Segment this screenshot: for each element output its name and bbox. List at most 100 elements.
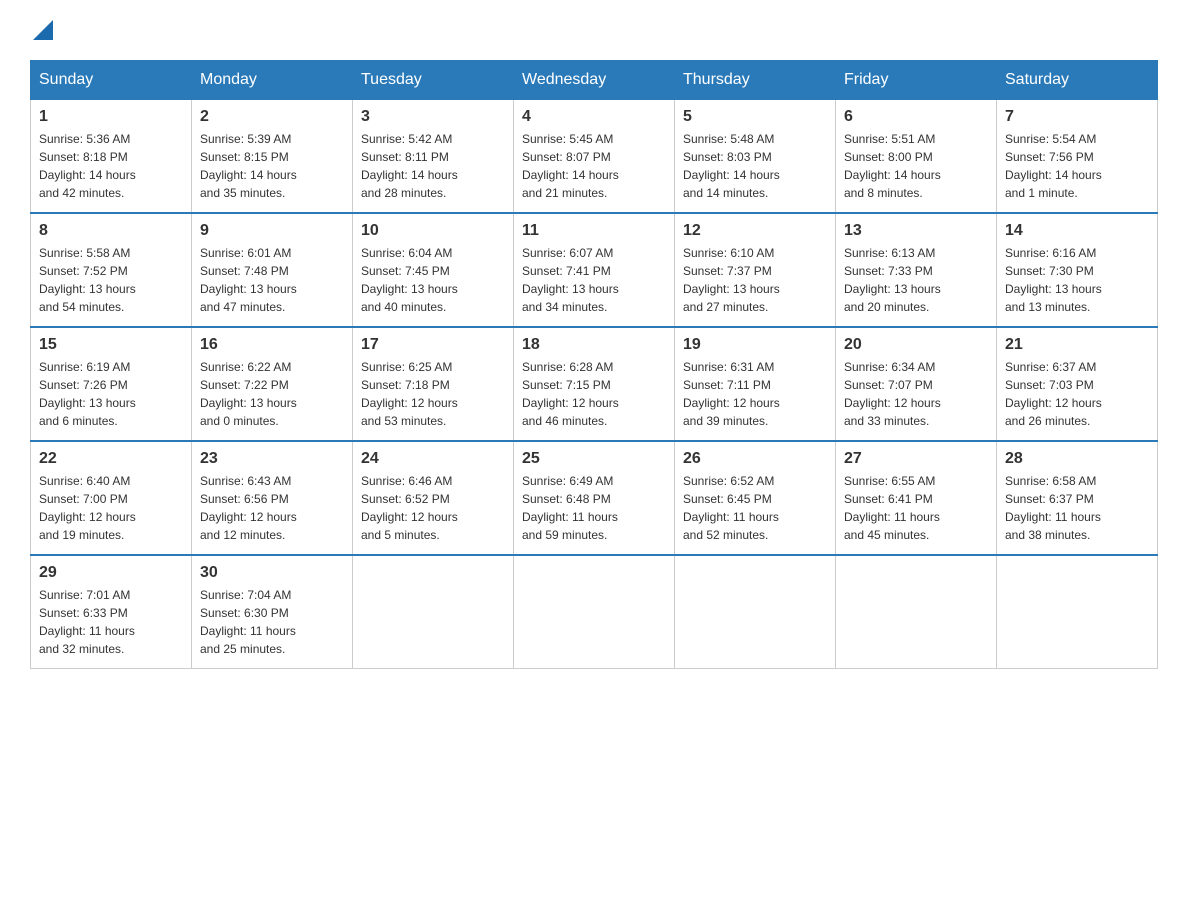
column-header-tuesday: Tuesday <box>353 61 514 100</box>
day-info: Sunrise: 6:34 AMSunset: 7:07 PMDaylight:… <box>844 360 941 428</box>
day-number: 10 <box>361 222 505 240</box>
calendar-table: SundayMondayTuesdayWednesdayThursdayFrid… <box>30 60 1158 669</box>
column-header-monday: Monday <box>192 61 353 100</box>
day-info: Sunrise: 6:22 AMSunset: 7:22 PMDaylight:… <box>200 360 297 428</box>
week-row-4: 22 Sunrise: 6:40 AMSunset: 7:00 PMDaylig… <box>31 441 1158 555</box>
day-cell: 2 Sunrise: 5:39 AMSunset: 8:15 PMDayligh… <box>192 100 353 214</box>
day-info: Sunrise: 6:10 AMSunset: 7:37 PMDaylight:… <box>683 246 780 314</box>
day-number: 23 <box>200 450 344 468</box>
day-cell: 27 Sunrise: 6:55 AMSunset: 6:41 PMDaylig… <box>836 441 997 555</box>
day-info: Sunrise: 5:58 AMSunset: 7:52 PMDaylight:… <box>39 246 136 314</box>
day-cell <box>836 555 997 669</box>
day-cell: 13 Sunrise: 6:13 AMSunset: 7:33 PMDaylig… <box>836 213 997 327</box>
day-cell: 14 Sunrise: 6:16 AMSunset: 7:30 PMDaylig… <box>997 213 1158 327</box>
day-cell: 23 Sunrise: 6:43 AMSunset: 6:56 PMDaylig… <box>192 441 353 555</box>
day-number: 1 <box>39 108 183 126</box>
day-cell: 20 Sunrise: 6:34 AMSunset: 7:07 PMDaylig… <box>836 327 997 441</box>
day-cell: 5 Sunrise: 5:48 AMSunset: 8:03 PMDayligh… <box>675 100 836 214</box>
day-info: Sunrise: 6:13 AMSunset: 7:33 PMDaylight:… <box>844 246 941 314</box>
logo-blue-part <box>30 20 53 40</box>
day-number: 2 <box>200 108 344 126</box>
week-row-5: 29 Sunrise: 7:01 AMSunset: 6:33 PMDaylig… <box>31 555 1158 669</box>
day-cell: 6 Sunrise: 5:51 AMSunset: 8:00 PMDayligh… <box>836 100 997 214</box>
day-cell: 11 Sunrise: 6:07 AMSunset: 7:41 PMDaylig… <box>514 213 675 327</box>
day-cell: 10 Sunrise: 6:04 AMSunset: 7:45 PMDaylig… <box>353 213 514 327</box>
day-info: Sunrise: 6:16 AMSunset: 7:30 PMDaylight:… <box>1005 246 1102 314</box>
day-cell: 28 Sunrise: 6:58 AMSunset: 6:37 PMDaylig… <box>997 441 1158 555</box>
day-info: Sunrise: 6:49 AMSunset: 6:48 PMDaylight:… <box>522 474 618 542</box>
day-cell: 7 Sunrise: 5:54 AMSunset: 7:56 PMDayligh… <box>997 100 1158 214</box>
day-info: Sunrise: 5:42 AMSunset: 8:11 PMDaylight:… <box>361 132 458 200</box>
column-header-sunday: Sunday <box>31 61 192 100</box>
day-info: Sunrise: 5:51 AMSunset: 8:00 PMDaylight:… <box>844 132 941 200</box>
column-header-wednesday: Wednesday <box>514 61 675 100</box>
week-row-2: 8 Sunrise: 5:58 AMSunset: 7:52 PMDayligh… <box>31 213 1158 327</box>
day-cell: 1 Sunrise: 5:36 AMSunset: 8:18 PMDayligh… <box>31 100 192 214</box>
day-number: 11 <box>522 222 666 240</box>
day-number: 24 <box>361 450 505 468</box>
day-cell: 26 Sunrise: 6:52 AMSunset: 6:45 PMDaylig… <box>675 441 836 555</box>
header-row: SundayMondayTuesdayWednesdayThursdayFrid… <box>31 61 1158 100</box>
day-cell <box>997 555 1158 669</box>
day-number: 17 <box>361 336 505 354</box>
day-cell: 30 Sunrise: 7:04 AMSunset: 6:30 PMDaylig… <box>192 555 353 669</box>
day-info: Sunrise: 5:48 AMSunset: 8:03 PMDaylight:… <box>683 132 780 200</box>
day-info: Sunrise: 6:37 AMSunset: 7:03 PMDaylight:… <box>1005 360 1102 428</box>
day-cell <box>514 555 675 669</box>
day-number: 22 <box>39 450 183 468</box>
day-cell: 16 Sunrise: 6:22 AMSunset: 7:22 PMDaylig… <box>192 327 353 441</box>
day-cell: 22 Sunrise: 6:40 AMSunset: 7:00 PMDaylig… <box>31 441 192 555</box>
day-number: 28 <box>1005 450 1149 468</box>
day-number: 29 <box>39 564 183 582</box>
day-info: Sunrise: 6:01 AMSunset: 7:48 PMDaylight:… <box>200 246 297 314</box>
day-number: 7 <box>1005 108 1149 126</box>
day-number: 19 <box>683 336 827 354</box>
day-cell: 9 Sunrise: 6:01 AMSunset: 7:48 PMDayligh… <box>192 213 353 327</box>
day-info: Sunrise: 6:28 AMSunset: 7:15 PMDaylight:… <box>522 360 619 428</box>
day-number: 13 <box>844 222 988 240</box>
logo <box>30 20 53 40</box>
day-info: Sunrise: 6:52 AMSunset: 6:45 PMDaylight:… <box>683 474 779 542</box>
day-cell: 25 Sunrise: 6:49 AMSunset: 6:48 PMDaylig… <box>514 441 675 555</box>
day-cell: 3 Sunrise: 5:42 AMSunset: 8:11 PMDayligh… <box>353 100 514 214</box>
day-info: Sunrise: 6:43 AMSunset: 6:56 PMDaylight:… <box>200 474 297 542</box>
day-cell: 17 Sunrise: 6:25 AMSunset: 7:18 PMDaylig… <box>353 327 514 441</box>
column-header-saturday: Saturday <box>997 61 1158 100</box>
day-info: Sunrise: 6:46 AMSunset: 6:52 PMDaylight:… <box>361 474 458 542</box>
day-number: 6 <box>844 108 988 126</box>
day-number: 20 <box>844 336 988 354</box>
day-number: 12 <box>683 222 827 240</box>
day-info: Sunrise: 5:39 AMSunset: 8:15 PMDaylight:… <box>200 132 297 200</box>
day-info: Sunrise: 7:01 AMSunset: 6:33 PMDaylight:… <box>39 588 135 656</box>
day-cell: 18 Sunrise: 6:28 AMSunset: 7:15 PMDaylig… <box>514 327 675 441</box>
day-info: Sunrise: 5:45 AMSunset: 8:07 PMDaylight:… <box>522 132 619 200</box>
day-number: 15 <box>39 336 183 354</box>
day-cell: 12 Sunrise: 6:10 AMSunset: 7:37 PMDaylig… <box>675 213 836 327</box>
day-info: Sunrise: 6:55 AMSunset: 6:41 PMDaylight:… <box>844 474 940 542</box>
day-number: 4 <box>522 108 666 126</box>
day-info: Sunrise: 6:58 AMSunset: 6:37 PMDaylight:… <box>1005 474 1101 542</box>
day-cell: 15 Sunrise: 6:19 AMSunset: 7:26 PMDaylig… <box>31 327 192 441</box>
day-number: 26 <box>683 450 827 468</box>
week-row-3: 15 Sunrise: 6:19 AMSunset: 7:26 PMDaylig… <box>31 327 1158 441</box>
day-info: Sunrise: 6:19 AMSunset: 7:26 PMDaylight:… <box>39 360 136 428</box>
day-info: Sunrise: 6:31 AMSunset: 7:11 PMDaylight:… <box>683 360 780 428</box>
day-number: 3 <box>361 108 505 126</box>
day-cell: 24 Sunrise: 6:46 AMSunset: 6:52 PMDaylig… <box>353 441 514 555</box>
day-info: Sunrise: 5:54 AMSunset: 7:56 PMDaylight:… <box>1005 132 1102 200</box>
day-number: 8 <box>39 222 183 240</box>
day-cell: 8 Sunrise: 5:58 AMSunset: 7:52 PMDayligh… <box>31 213 192 327</box>
header <box>30 20 1158 40</box>
day-number: 14 <box>1005 222 1149 240</box>
day-number: 5 <box>683 108 827 126</box>
day-number: 30 <box>200 564 344 582</box>
day-number: 25 <box>522 450 666 468</box>
day-info: Sunrise: 7:04 AMSunset: 6:30 PMDaylight:… <box>200 588 296 656</box>
day-number: 21 <box>1005 336 1149 354</box>
day-info: Sunrise: 6:04 AMSunset: 7:45 PMDaylight:… <box>361 246 458 314</box>
day-info: Sunrise: 6:25 AMSunset: 7:18 PMDaylight:… <box>361 360 458 428</box>
day-cell: 21 Sunrise: 6:37 AMSunset: 7:03 PMDaylig… <box>997 327 1158 441</box>
day-cell: 29 Sunrise: 7:01 AMSunset: 6:33 PMDaylig… <box>31 555 192 669</box>
day-cell: 19 Sunrise: 6:31 AMSunset: 7:11 PMDaylig… <box>675 327 836 441</box>
day-number: 18 <box>522 336 666 354</box>
